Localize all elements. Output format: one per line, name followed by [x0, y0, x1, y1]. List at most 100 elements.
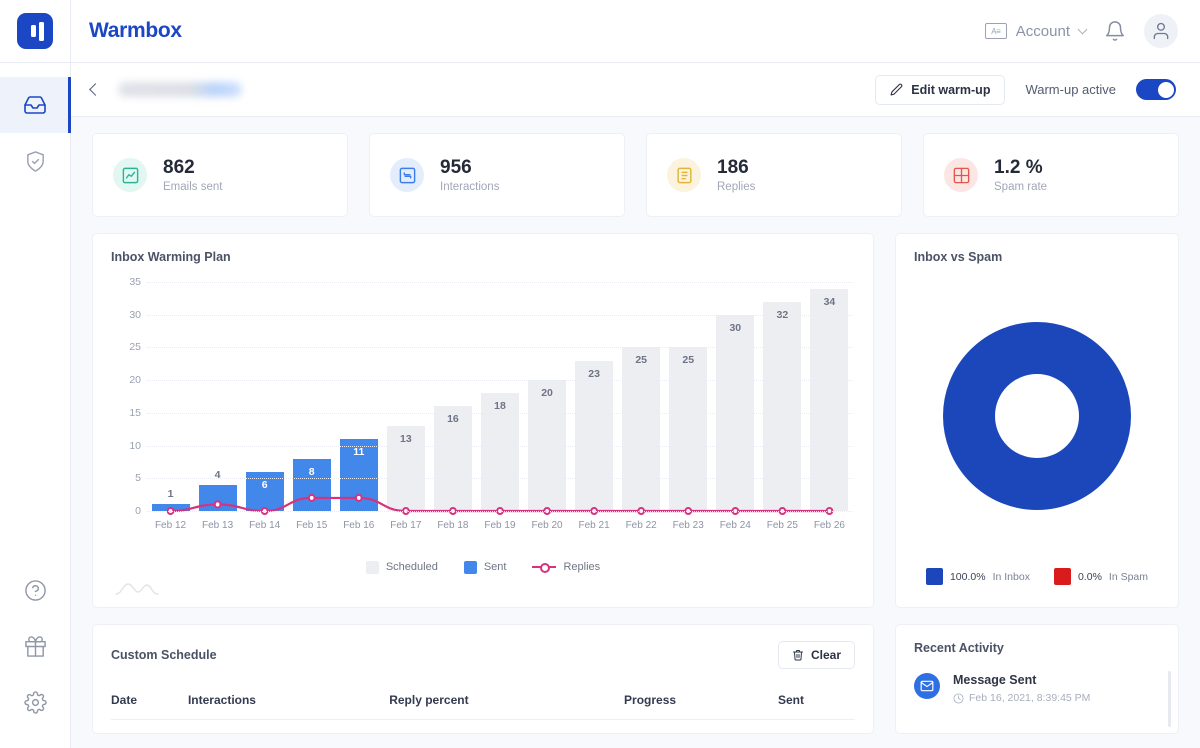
donut-legend-percent: 0.0%	[1078, 571, 1102, 583]
stat-card-spam-rate: 1.2 % Spam rate	[923, 133, 1179, 217]
body-row: Edit warm-up Warm-up active	[0, 63, 1200, 748]
stat-value: 862	[163, 157, 222, 179]
sidebar-item-help[interactable]	[0, 562, 71, 618]
chart-y-tick: 5	[113, 472, 141, 484]
chart-x-tick: Feb 23	[665, 520, 712, 531]
chart-legend-item[interactable]: Scheduled	[366, 561, 438, 574]
warmbox-logo-icon	[17, 13, 53, 49]
page-title	[118, 82, 242, 97]
clear-label: Clear	[811, 648, 841, 662]
recent-activity-panel: Recent Activity Message Sent	[895, 624, 1179, 734]
custom-schedule-panel: Custom Schedule Clear DateInteractionsRe…	[92, 624, 874, 734]
page-header-actions: Edit warm-up Warm-up active	[875, 75, 1176, 105]
edit-warmup-button[interactable]: Edit warm-up	[875, 75, 1005, 105]
chart-x-tick: Feb 21	[571, 520, 618, 531]
chart-gridline	[147, 282, 853, 283]
line-chart-icon	[113, 158, 147, 192]
activity-scrollbar[interactable]	[1168, 671, 1171, 727]
sidebar-item-settings[interactable]	[0, 674, 71, 730]
trash-icon	[792, 649, 804, 661]
donut-legend-item[interactable]: 0.0% In Spam	[1054, 568, 1148, 585]
chart-x-tick: Feb 15	[288, 520, 335, 531]
scroll-area: 862 Emails sent 956 Interactions	[71, 117, 1200, 748]
chart-legend-item[interactable]: Replies	[532, 561, 600, 573]
chart-y-tick: 35	[113, 276, 141, 288]
chart-gridline	[147, 380, 853, 381]
chart-x-tick: Feb 24	[712, 520, 759, 531]
chart-x-axis-labels: Feb 12Feb 13Feb 14Feb 15Feb 16Feb 17Feb …	[147, 520, 853, 531]
toggle-knob	[1158, 82, 1174, 98]
stat-label: Interactions	[440, 181, 499, 193]
replies-data-point[interactable]	[215, 501, 221, 507]
table-column-header: Sent	[778, 693, 855, 720]
chart-x-tick: Feb 18	[429, 520, 476, 531]
schedule-title: Custom Schedule	[111, 648, 217, 662]
warmup-toggle[interactable]	[1136, 79, 1176, 100]
chart-gridline	[147, 413, 853, 414]
brand-title: Warmbox	[89, 19, 182, 43]
stat-card-emails-sent: 862 Emails sent	[92, 133, 348, 217]
legend-swatch	[532, 566, 556, 568]
list-item[interactable]: Message Sent Feb 16, 2021, 8:39:45 PM	[914, 673, 1160, 704]
top-bar-actions: A≡ Account	[985, 14, 1200, 48]
activity-item-title: Message Sent	[953, 673, 1090, 687]
chart-plot: 14681113161820232525303234 0510152025303…	[147, 282, 853, 511]
replies-data-point[interactable]	[356, 495, 362, 501]
stat-label: Emails sent	[163, 181, 222, 193]
account-menu[interactable]: A≡ Account	[985, 23, 1086, 40]
sidebar-item-rewards[interactable]	[0, 618, 71, 674]
donut-legend: 100.0%In Inbox 0.0% In Spam	[914, 568, 1160, 591]
chart-y-tick: 15	[113, 407, 141, 419]
replies-data-point[interactable]	[309, 495, 315, 501]
chart-x-tick: Feb 14	[241, 520, 288, 531]
legend-label: Sent	[484, 561, 507, 573]
stats-row: 862 Emails sent 956 Interactions	[92, 133, 1179, 217]
page-header: Edit warm-up Warm-up active	[71, 63, 1200, 117]
bell-icon[interactable]	[1104, 20, 1126, 42]
shield-check-icon	[24, 150, 47, 173]
replies-line-series	[147, 282, 853, 511]
help-circle-icon	[24, 579, 47, 602]
list-icon	[667, 158, 701, 192]
warmup-toggle-label: Warm-up active	[1025, 82, 1116, 97]
chevron-left-icon[interactable]	[89, 83, 102, 96]
chart-title: Inbox Warming Plan	[111, 250, 855, 264]
main-content: Edit warm-up Warm-up active	[71, 63, 1200, 748]
refresh-icon	[390, 158, 424, 192]
legend-swatch	[464, 561, 477, 574]
sidebar-bottom	[0, 562, 71, 748]
stat-label: Spam rate	[994, 181, 1047, 193]
activity-title: Recent Activity	[914, 641, 1160, 655]
chart-gridline	[147, 347, 853, 348]
chart-x-tick: Feb 26	[806, 520, 853, 531]
chart-gridline	[147, 478, 853, 479]
table-column-header: Reply percent	[389, 693, 624, 720]
sidebar-item-inbox[interactable]	[0, 77, 71, 133]
chevron-down-icon	[1078, 25, 1088, 35]
avatar[interactable]	[1144, 14, 1178, 48]
logo-cell[interactable]	[0, 0, 71, 63]
legend-label: Replies	[563, 561, 600, 573]
donut-legend-item[interactable]: 100.0%In Inbox	[926, 568, 1030, 585]
clock-icon	[953, 693, 964, 704]
donut-legend-label: In Spam	[1109, 571, 1148, 583]
stat-value: 1.2 %	[994, 157, 1047, 179]
spam-grid-icon	[944, 158, 978, 192]
table-header-row: DateInteractionsReply percentProgressSen…	[111, 693, 855, 720]
table-column-header: Date	[111, 693, 188, 720]
chart-gridline	[147, 446, 853, 447]
inbox-vs-spam-panel: Inbox vs Spam 100.0%In Inbox0.0%In Spam	[895, 233, 1179, 608]
sidebar-item-deliverability[interactable]	[0, 133, 71, 189]
chart-area: 14681113161820232525303234 0510152025303…	[111, 276, 855, 555]
inbox-icon	[23, 93, 47, 117]
donut-legend-percent: 100.0%	[950, 571, 986, 583]
bottom-row: Custom Schedule Clear DateInteractionsRe…	[92, 624, 1179, 734]
app-root: Warmbox A≡ Account	[0, 0, 1200, 748]
legend-label: Scheduled	[386, 561, 438, 573]
contact-card-icon: A≡	[985, 23, 1007, 39]
clear-button[interactable]: Clear	[778, 641, 855, 669]
chart-gridline	[147, 511, 853, 512]
schedule-table: DateInteractionsReply percentProgressSen…	[111, 693, 855, 720]
stat-card-replies: 186 Replies	[646, 133, 902, 217]
chart-legend-item[interactable]: Sent	[464, 561, 507, 574]
